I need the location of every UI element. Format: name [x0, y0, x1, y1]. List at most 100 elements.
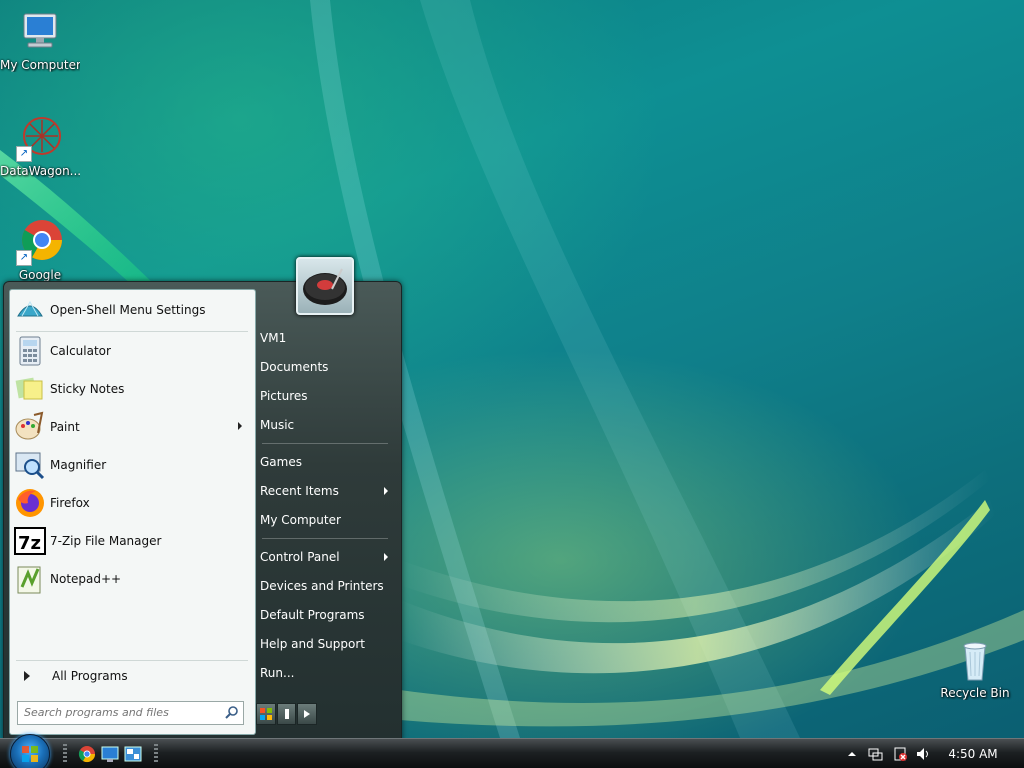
paint-icon: [14, 411, 46, 443]
shortcut-arrow-icon: ↗: [16, 250, 32, 266]
expand-arrow-icon: [24, 671, 30, 681]
start-right-item-devices-and-printers[interactable]: Devices and Printers: [260, 575, 390, 597]
chevron-up-icon: [848, 752, 856, 756]
taskbar-grip[interactable]: [63, 744, 67, 764]
all-programs-button[interactable]: All Programs: [14, 664, 250, 688]
taskbar-grip[interactable]: [154, 744, 158, 764]
network-icon[interactable]: [867, 746, 883, 762]
program-calculator[interactable]: Calculator: [14, 334, 250, 368]
program-label: Paint: [50, 420, 80, 434]
item-label: Recent Items: [260, 484, 339, 498]
item-label: Documents: [260, 360, 329, 374]
program-label: Magnifier: [50, 458, 107, 472]
program-label: Sticky Notes: [50, 382, 125, 396]
power-options-button[interactable]: [297, 703, 318, 725]
start-right-item-pictures[interactable]: Pictures: [260, 385, 390, 407]
desktop-icon-label: Google: [18, 268, 62, 282]
program-label: Firefox: [50, 496, 90, 510]
item-label: Music: [260, 418, 295, 432]
program-notepadpp[interactable]: Notepad++: [14, 562, 250, 596]
program-open-shell-settings[interactable]: Open-Shell Menu Settings: [14, 293, 250, 327]
start-right-item-help-and-support[interactable]: Help and Support: [260, 633, 390, 655]
chevron-right-icon: [304, 710, 311, 718]
program-firefox[interactable]: Firefox: [14, 486, 250, 520]
firefox-icon: [14, 487, 46, 519]
start-right-item-documents[interactable]: Documents: [260, 356, 390, 378]
item-label: Control Panel: [260, 550, 340, 564]
action-center-warning-icon[interactable]: [892, 746, 908, 762]
separator: [262, 538, 388, 539]
program-paint[interactable]: Paint: [14, 410, 250, 444]
datawagon-icon: ↗: [16, 114, 64, 162]
item-label: Pictures: [260, 389, 308, 403]
start-right-item-my-computer[interactable]: My Computer: [260, 509, 390, 531]
desktop-icon-label: My Computer: [0, 58, 80, 72]
item-label: Devices and Printers: [260, 579, 384, 593]
lock-icon: [284, 709, 289, 719]
item-label: Games: [260, 455, 302, 469]
taskbar-chrome-icon[interactable]: [78, 745, 96, 763]
submenu-arrow-icon: [384, 553, 388, 561]
program-label: 7-Zip File Manager: [50, 534, 162, 548]
separator: [262, 443, 388, 444]
submenu-arrow-icon: [238, 422, 242, 430]
item-label: Default Programs: [260, 608, 365, 622]
taskbar-explorer-icon[interactable]: [124, 745, 142, 763]
notepadpp-icon: [14, 563, 46, 595]
desktop: My Computer ↗ DataWagon... ↗ Google Recy…: [0, 0, 1024, 738]
show-hidden-icons-button[interactable]: [844, 746, 860, 762]
item-label: Help and Support: [260, 637, 365, 651]
desktop-icon-my-computer[interactable]: My Computer: [0, 8, 80, 72]
taskbar-desktop-icon[interactable]: [101, 745, 119, 763]
svg-text:7z: 7z: [18, 533, 41, 554]
chrome-icon: ↗: [16, 218, 64, 266]
program-label: Notepad++: [50, 572, 122, 586]
search-input[interactable]: [18, 702, 225, 722]
search-icon[interactable]: [225, 705, 239, 722]
desktop-icon-google-chrome[interactable]: ↗ Google: [0, 218, 80, 282]
program-label: Calculator: [50, 344, 111, 358]
desktop-icon-recycle-bin[interactable]: Recycle Bin: [935, 636, 1015, 700]
sticky-notes-icon: [14, 373, 46, 405]
program-sticky-notes[interactable]: Sticky Notes: [14, 372, 250, 406]
program-label: Open-Shell Menu Settings: [50, 303, 206, 317]
item-label: VM1: [260, 331, 287, 345]
desktop-icon-label: Recycle Bin: [940, 686, 1010, 700]
start-right-item-default-programs[interactable]: Default Programs: [260, 604, 390, 626]
search-box[interactable]: [17, 701, 244, 725]
submenu-arrow-icon: [384, 487, 388, 495]
desktop-icon-datawagon[interactable]: ↗ DataWagon...: [0, 114, 80, 178]
program-magnifier[interactable]: Magnifier: [14, 448, 250, 482]
item-label: Run...: [260, 666, 295, 680]
calculator-icon: [14, 335, 46, 367]
lock-button[interactable]: [276, 703, 297, 725]
start-right-item-vm1[interactable]: VM1: [260, 327, 390, 349]
volume-icon[interactable]: [915, 746, 931, 762]
start-right-item-music[interactable]: Music: [260, 414, 390, 436]
taskbar: 4:50 AM: [0, 734, 1024, 768]
windows-logo-icon: [22, 746, 38, 762]
computer-icon: [16, 8, 64, 56]
shutdown-button[interactable]: [256, 703, 276, 725]
7zip-icon: 7z: [14, 525, 46, 557]
separator: [16, 660, 248, 661]
recycle-bin-icon: [951, 636, 999, 684]
start-right-item-run[interactable]: Run...: [260, 662, 390, 684]
start-right-item-games[interactable]: Games: [260, 451, 390, 473]
start-right-item-recent-items[interactable]: Recent Items: [260, 480, 390, 502]
all-programs-label: All Programs: [52, 669, 128, 683]
start-right-item-control-panel[interactable]: Control Panel: [260, 546, 390, 568]
program-7zip[interactable]: 7z 7-Zip File Manager: [14, 524, 250, 558]
item-label: My Computer: [260, 513, 341, 527]
open-shell-icon: [14, 294, 46, 326]
desktop-icon-label: DataWagon...: [0, 164, 80, 178]
taskbar-clock[interactable]: 4:50 AM: [943, 739, 1003, 768]
start-menu-programs-pane: Open-Shell Menu Settings Calculator Stic…: [9, 289, 256, 735]
user-picture[interactable]: [296, 257, 354, 315]
windows-flag-icon: [259, 708, 272, 720]
shortcut-arrow-icon: ↗: [16, 146, 32, 162]
power-buttons: [256, 703, 318, 725]
separator: [16, 331, 248, 332]
magnifier-icon: [14, 449, 46, 481]
start-button[interactable]: [10, 734, 50, 768]
